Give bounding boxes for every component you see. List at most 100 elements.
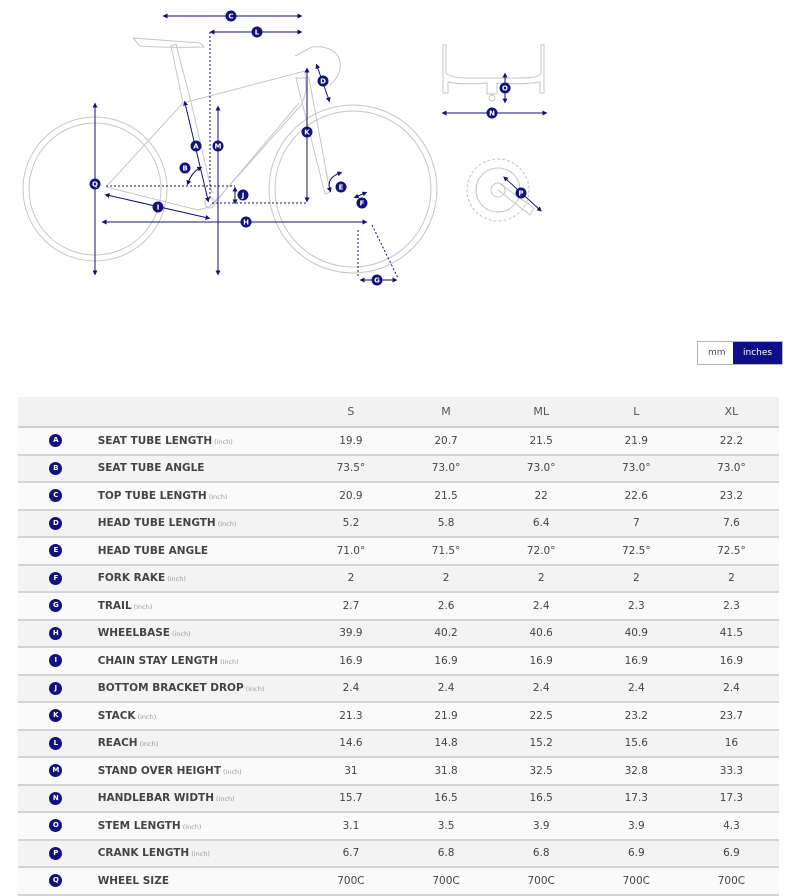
unit-option-inches[interactable]: inches — [733, 342, 783, 364]
table-row: I CHAIN STAY LENGTH (inch) 16.9 16.9 16.9 16.9… — [18, 647, 779, 676]
dimension-label: CRANK LENGTH — [97, 847, 190, 860]
size-value-cell: 2.4 — [398, 674, 494, 703]
header-size-xl: XL — [683, 397, 779, 428]
size-value-cell: 73.0° — [588, 454, 684, 483]
marker-l: L — [251, 26, 263, 38]
unit-option-mm[interactable]: mm — [698, 342, 733, 364]
size-value-cell: 3.1 — [303, 812, 399, 841]
row-label-cell: WHEELBASE (inch) — [93, 619, 304, 648]
marker-letter: J — [241, 192, 245, 200]
size-value-cell: 2.3 — [588, 592, 684, 621]
dimension-badge: M — [49, 764, 63, 778]
size-value-cell: 3.9 — [493, 812, 589, 841]
row-label-cell: SEAT TUBE ANGLE — [93, 454, 304, 483]
row-badge-cell: E — [18, 537, 94, 566]
size-value-cell: 71.0° — [303, 537, 399, 566]
row-badge-cell: M — [18, 757, 94, 786]
size-value-cell: 16 — [683, 729, 779, 758]
marker-letter: C — [228, 13, 233, 21]
dimension-unit: (inch) — [139, 740, 159, 749]
dimension-markers: A B C D E F G H I J K L M N O P Q — [89, 10, 527, 286]
dimension-unit: (inch) — [217, 520, 237, 529]
size-value-cell: 21.9 — [588, 427, 684, 456]
dimension-label: WHEEL SIZE — [97, 874, 170, 887]
table-row: A SEAT TUBE LENGTH (inch) 19.9 20.7 21.5 21.9 2… — [18, 427, 779, 456]
marker-n: N — [486, 107, 498, 119]
dimension-label: TRAIL — [97, 599, 132, 612]
size-value-cell: 40.9 — [588, 619, 684, 648]
bike-outline — [22, 37, 545, 274]
dimension-unit: (inch) — [133, 602, 153, 611]
size-value-cell: 4.3 — [683, 812, 779, 841]
size-value-cell: 15.6 — [588, 729, 684, 758]
size-value-cell: 6.7 — [303, 839, 399, 868]
size-value-cell: 23.2 — [588, 702, 684, 731]
marker-letter: B — [182, 165, 187, 173]
dimension-label: HEAD TUBE LENGTH — [97, 517, 216, 530]
size-value-cell: 2 — [493, 564, 589, 593]
row-badge-cell: K — [18, 702, 94, 731]
table-row: G TRAIL (inch) 2.7 2.6 2.4 2.3 2.3 — [18, 592, 779, 621]
bike-geometry-diagram: A B C D E F G H I J K L M N O P Q — [22, 10, 548, 286]
table-row: K STACK (inch) 21.3 21.9 22.5 23.2 23.7 — [18, 702, 779, 731]
size-value-cell: 73.0° — [683, 454, 779, 483]
marker-letter: G — [374, 277, 380, 285]
marker-letter: D — [320, 78, 326, 86]
dimension-unit: (inch) — [171, 630, 191, 639]
table-row: L REACH (inch) 14.6 14.8 15.2 15.6 16 — [18, 729, 779, 758]
size-value-cell: 32.5 — [493, 757, 589, 786]
size-value-cell: 21.5 — [493, 427, 589, 456]
marker-letter: H — [243, 219, 249, 227]
table-row: H WHEELBASE (inch) 39.9 40.2 40.6 40.9 41.5 — [18, 619, 779, 648]
row-badge-cell: P — [18, 839, 94, 868]
table-row: F FORK RAKE (inch) 2 2 2 2 2 — [18, 564, 779, 593]
header-size-ml: ML — [493, 397, 589, 428]
dimension-unit: (inch) — [182, 822, 202, 831]
size-value-cell: 21.5 — [398, 482, 494, 511]
row-label-cell: STAND OVER HEIGHT (inch) — [93, 757, 304, 786]
table-header-row: S M ML L XL — [18, 397, 779, 428]
size-value-cell: 2.4 — [303, 674, 399, 703]
size-value-cell: 16.9 — [588, 647, 684, 676]
size-value-cell: 23.2 — [683, 482, 779, 511]
header-size-m: M — [398, 397, 494, 428]
dimension-badge: P — [49, 846, 63, 860]
row-label-cell: REACH (inch) — [93, 729, 304, 758]
row-label-cell: CHAIN STAY LENGTH (inch) — [93, 647, 304, 676]
row-label-cell: TRAIL (inch) — [93, 592, 304, 621]
row-badge-cell: N — [18, 784, 94, 813]
row-badge-cell: D — [18, 509, 94, 538]
dimension-label: STEM LENGTH — [97, 819, 181, 832]
marker-j: J — [237, 189, 249, 201]
row-badge-cell: G — [18, 592, 94, 621]
row-badge-cell: I — [18, 647, 94, 676]
marker-letter: Q — [92, 181, 98, 189]
size-value-cell: 3.5 — [398, 812, 494, 841]
dimension-label: WHEELBASE — [97, 627, 170, 640]
marker-letter: A — [193, 143, 199, 151]
marker-b: B — [179, 162, 191, 174]
size-value-cell: 700C — [398, 867, 494, 896]
size-value-cell: 6.9 — [588, 839, 684, 868]
marker-i: I — [152, 201, 164, 213]
size-value-cell: 16.5 — [398, 784, 494, 813]
marker-o: O — [499, 82, 511, 94]
size-value-cell: 40.6 — [493, 619, 589, 648]
dimension-label: BOTTOM BRACKET DROP — [97, 682, 244, 695]
size-value-cell: 72.5° — [683, 537, 779, 566]
size-value-cell: 5.8 — [398, 509, 494, 538]
marker-letter: O — [502, 85, 508, 93]
size-value-cell: 20.9 — [303, 482, 399, 511]
marker-p: P — [515, 187, 527, 199]
size-value-cell: 71.5° — [398, 537, 494, 566]
marker-q: Q — [89, 178, 101, 190]
size-value-cell: 16.5 — [493, 784, 589, 813]
row-badge-cell: O — [18, 812, 94, 841]
marker-g: G — [371, 274, 383, 286]
size-value-cell: 2 — [683, 564, 779, 593]
dimension-unit: (inch) — [191, 850, 210, 859]
geometry-table-body: A SEAT TUBE LENGTH (inch) 19.9 20.7 21.5 21.9 2… — [18, 427, 779, 896]
dimension-label: SEAT TUBE LENGTH — [97, 434, 213, 447]
marker-letter: E — [339, 184, 344, 192]
size-value-cell: 2.6 — [398, 592, 494, 621]
